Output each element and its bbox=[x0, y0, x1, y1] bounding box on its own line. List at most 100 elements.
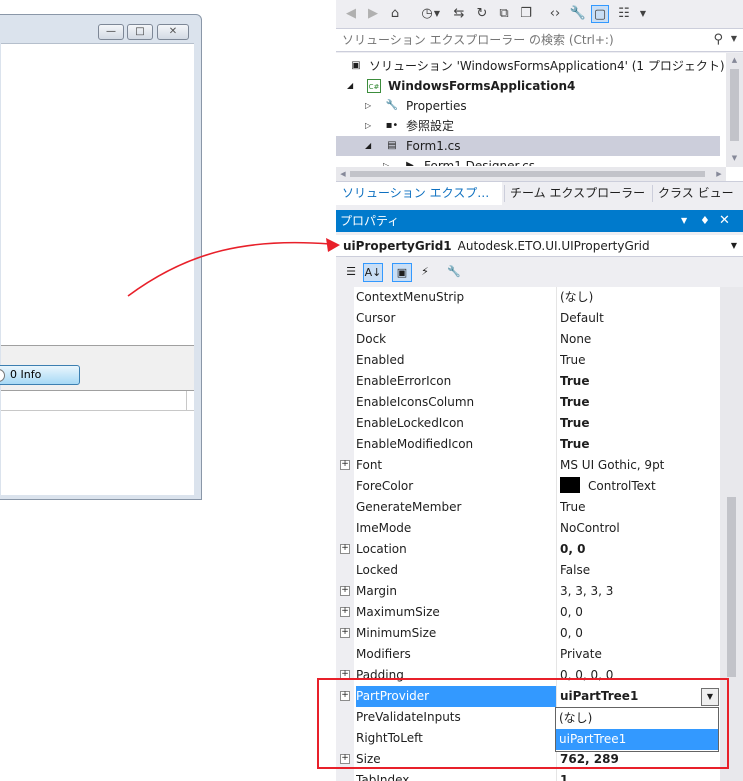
expand-plus-icon[interactable]: + bbox=[340, 628, 350, 638]
property-value[interactable]: Default bbox=[560, 308, 720, 329]
property-value[interactable]: None bbox=[560, 329, 720, 350]
tree-item-properties[interactable]: ▷ 🔧 Properties bbox=[336, 96, 720, 116]
property-name: Locked bbox=[356, 563, 398, 577]
property-row[interactable]: + Location 0, 0 bbox=[336, 539, 720, 560]
property-value[interactable]: Private bbox=[560, 644, 720, 665]
property-row[interactable]: EnableLockedIcon True bbox=[336, 413, 720, 434]
chevron-down-icon[interactable]: ▼ bbox=[638, 5, 648, 23]
property-row[interactable]: EnableErrorIcon True bbox=[336, 371, 720, 392]
property-value[interactable]: 3, 3, 3, 3 bbox=[560, 581, 720, 602]
tree-item-form1-designer[interactable]: ▷ ▶ Form1.Designer.cs bbox=[336, 156, 720, 166]
events-icon[interactable]: ⚡ bbox=[415, 263, 435, 282]
collapse-icon[interactable]: ⧉ bbox=[495, 5, 513, 23]
property-row[interactable]: GenerateMember True bbox=[336, 497, 720, 518]
designed-form-window[interactable]: — □ ✕ 0 Info bbox=[0, 14, 202, 500]
tree-item-references[interactable]: ▷ ▪• 参照設定 bbox=[336, 116, 720, 136]
property-pages-icon[interactable]: 🔧 bbox=[444, 263, 464, 282]
property-row[interactable]: Cursor Default bbox=[336, 308, 720, 329]
property-row[interactable]: EnableIconsColumn True bbox=[336, 392, 720, 413]
expanded-arrow-icon[interactable]: ◢ bbox=[365, 136, 375, 156]
property-value[interactable]: (なし) bbox=[560, 287, 720, 308]
property-value[interactable]: True bbox=[560, 350, 720, 371]
property-value[interactable]: True bbox=[560, 497, 720, 518]
property-row[interactable]: Locked False bbox=[336, 560, 720, 581]
tab-team-explorer[interactable]: チーム エクスプローラー bbox=[504, 182, 652, 205]
tree-item-solution[interactable]: ▣ ソリューション 'WindowsFormsApplication4' (1 … bbox=[336, 56, 724, 76]
close-icon[interactable]: ✕ bbox=[719, 210, 730, 232]
chevron-down-icon[interactable]: ▼ bbox=[432, 5, 442, 23]
property-value[interactable]: 0, 0 bbox=[560, 539, 720, 560]
property-row[interactable]: + Font MS UI Gothic, 9pt bbox=[336, 455, 720, 476]
alphabetical-icon[interactable]: A↓ bbox=[363, 263, 383, 282]
scroll-up-icon[interactable]: ▲ bbox=[726, 53, 743, 67]
diagram-icon[interactable]: ☷ bbox=[615, 5, 633, 23]
property-row[interactable]: + Margin 3, 3, 3, 3 bbox=[336, 581, 720, 602]
search-input[interactable] bbox=[342, 31, 702, 49]
wrench-icon[interactable]: 🔧 bbox=[569, 5, 587, 23]
collapsed-arrow-icon[interactable]: ▷ bbox=[365, 116, 375, 136]
property-row[interactable]: + MinimumSize 0, 0 bbox=[336, 623, 720, 644]
scroll-thumb[interactable] bbox=[730, 69, 739, 141]
property-value[interactable]: True bbox=[560, 371, 720, 392]
chevron-down-icon[interactable]: ▼ bbox=[681, 210, 687, 232]
property-row[interactable]: + MaximumSize 0, 0 bbox=[336, 602, 720, 623]
property-name: Location bbox=[356, 542, 407, 556]
chevron-down-icon[interactable]: ▼ bbox=[731, 34, 737, 43]
properties-icon[interactable]: ▣ bbox=[392, 263, 412, 282]
scroll-right-icon[interactable]: ▶ bbox=[712, 167, 726, 181]
scroll-thumb[interactable] bbox=[350, 171, 705, 177]
code-icon[interactable]: ‹› bbox=[546, 5, 564, 23]
csharp-file-icon: ▶ bbox=[406, 160, 414, 166]
property-row[interactable]: Modifiers Private bbox=[336, 644, 720, 665]
property-value[interactable]: True bbox=[560, 392, 720, 413]
property-value[interactable]: True bbox=[560, 434, 720, 455]
sync-icon[interactable]: ⇆ bbox=[450, 5, 468, 23]
scroll-left-icon[interactable]: ◀ bbox=[336, 167, 350, 181]
scroll-down-icon[interactable]: ▼ bbox=[726, 151, 743, 165]
pin-icon[interactable]: ♦ bbox=[700, 210, 710, 232]
expand-plus-icon[interactable]: + bbox=[340, 586, 350, 596]
expand-plus-icon[interactable]: + bbox=[340, 607, 350, 617]
property-row[interactable]: TabIndex 1 bbox=[336, 770, 720, 781]
expand-plus-icon[interactable]: + bbox=[340, 460, 350, 470]
message-list[interactable] bbox=[1, 390, 194, 495]
tree-vertical-scrollbar[interactable]: ▲ ▼ bbox=[726, 53, 743, 167]
property-row[interactable]: Enabled True bbox=[336, 350, 720, 371]
ui-property-grid-control[interactable] bbox=[1, 44, 194, 346]
preview-icon[interactable]: ▢ bbox=[591, 5, 609, 23]
chevron-down-icon[interactable]: ▼ bbox=[731, 235, 737, 257]
refresh-icon[interactable]: ↻ bbox=[473, 5, 491, 23]
property-row[interactable]: ForeColor ControlText bbox=[336, 476, 720, 497]
tab-class-view[interactable]: クラス ビュー bbox=[652, 182, 743, 205]
property-value[interactable]: 0, 0 bbox=[560, 602, 720, 623]
property-name: ImeMode bbox=[356, 521, 412, 535]
property-value[interactable]: ControlText bbox=[560, 476, 720, 497]
property-row[interactable]: ContextMenuStrip (なし) bbox=[336, 287, 720, 308]
expanded-arrow-icon[interactable]: ◢ bbox=[347, 76, 357, 96]
home-icon[interactable]: ⌂ bbox=[386, 5, 404, 23]
info-filter-button[interactable]: 0 Info bbox=[0, 365, 80, 385]
collapsed-arrow-icon[interactable]: ▷ bbox=[365, 96, 375, 116]
tree-horizontal-scrollbar[interactable]: ◀ ▶ bbox=[336, 167, 726, 181]
categorized-icon[interactable]: ☰ bbox=[341, 263, 361, 282]
scroll-thumb[interactable] bbox=[727, 497, 736, 677]
property-row[interactable]: ImeMode NoControl bbox=[336, 518, 720, 539]
forward-icon[interactable]: ▶ bbox=[364, 5, 382, 23]
property-value[interactable]: 1 bbox=[560, 770, 720, 781]
property-value[interactable]: MS UI Gothic, 9pt bbox=[560, 455, 720, 476]
object-selector[interactable]: uiPropertyGrid1 Autodesk.ETO.UI.UIPropert… bbox=[336, 235, 743, 257]
property-value[interactable]: True bbox=[560, 413, 720, 434]
property-value[interactable]: NoControl bbox=[560, 518, 720, 539]
tab-solution-explorer[interactable]: ソリューション エクスプ… bbox=[336, 182, 502, 205]
back-icon[interactable]: ◀ bbox=[342, 5, 360, 23]
tree-item-project[interactable]: ◢ C# WindowsFormsApplication4 bbox=[336, 76, 720, 96]
collapsed-arrow-icon[interactable]: ▷ bbox=[383, 156, 393, 166]
copy-icon[interactable]: ❐ bbox=[517, 5, 535, 23]
property-value[interactable]: 0, 0 bbox=[560, 623, 720, 644]
property-value[interactable]: False bbox=[560, 560, 720, 581]
property-row[interactable]: Dock None bbox=[336, 329, 720, 350]
tree-item-form1[interactable]: ◢ ▤ Form1.cs bbox=[336, 136, 720, 156]
property-row[interactable]: EnableModifiedIcon True bbox=[336, 434, 720, 455]
expand-plus-icon[interactable]: + bbox=[340, 544, 350, 554]
search-icon[interactable]: ⚲ bbox=[713, 32, 723, 47]
